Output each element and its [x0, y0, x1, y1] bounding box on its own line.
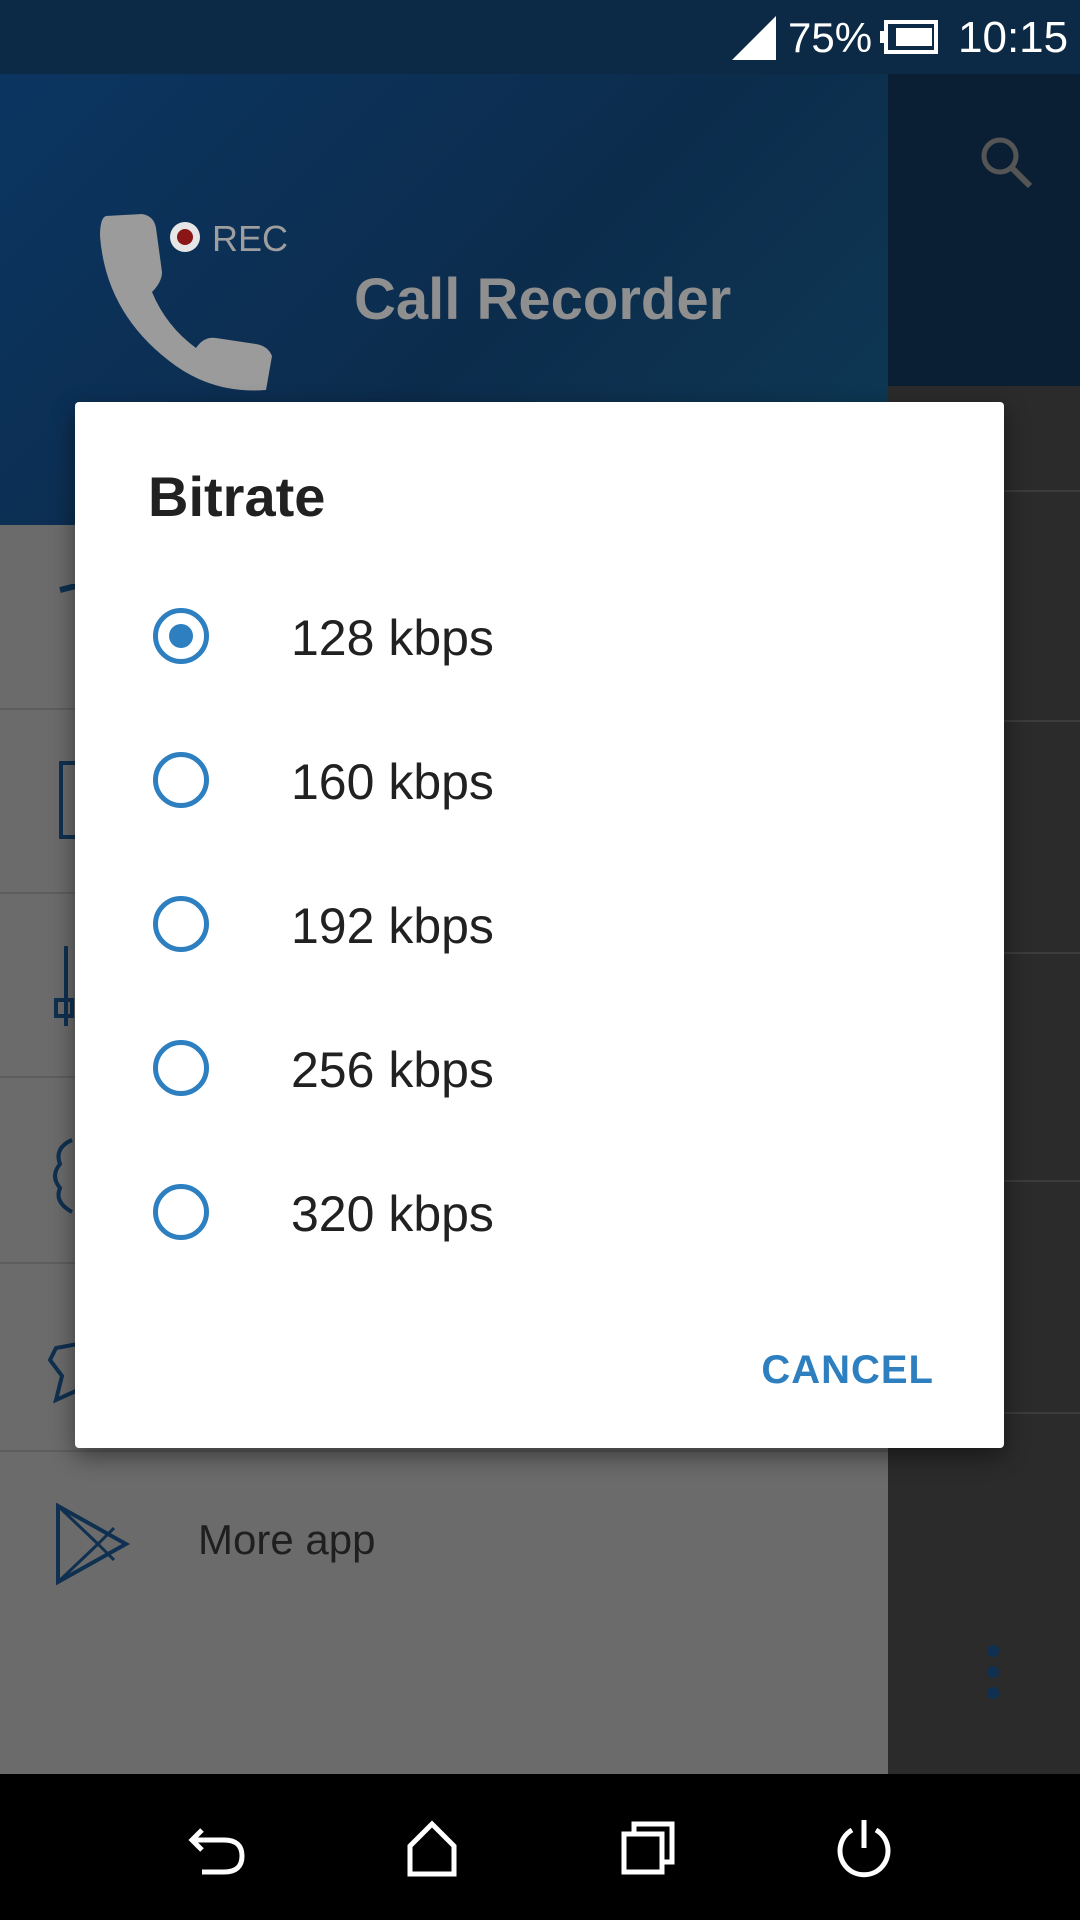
divider [0, 1450, 888, 1452]
clock: 10:15 [958, 13, 1069, 62]
dialog-title: Bitrate [148, 465, 326, 528]
radio-selected-icon[interactable] [153, 608, 209, 664]
rec-label: REC [212, 218, 289, 259]
more-vert-icon[interactable] [986, 1644, 1000, 1700]
cancel-button[interactable]: CANCEL [761, 1338, 934, 1403]
battery-icon [880, 20, 938, 54]
play-store-icon[interactable] [54, 1502, 130, 1586]
rec-indicator-icon [170, 222, 200, 252]
home-icon[interactable] [400, 1816, 464, 1880]
drawer-item-more-app[interactable]: More app [198, 1516, 375, 1564]
option-192-kbps[interactable]: 192 kbps [75, 854, 1004, 998]
option-label: 256 kbps [291, 1042, 494, 1098]
system-nav-bar [0, 1774, 1080, 1920]
option-160-kbps[interactable]: 160 kbps [75, 710, 1004, 854]
power-icon[interactable] [832, 1816, 896, 1880]
radio-unselected-icon[interactable] [153, 896, 209, 952]
radio-unselected-icon[interactable] [153, 1184, 209, 1240]
option-320-kbps[interactable]: 320 kbps [75, 1142, 1004, 1286]
radio-unselected-icon[interactable] [153, 1040, 209, 1096]
search-icon[interactable] [978, 134, 1034, 190]
option-256-kbps[interactable]: 256 kbps [75, 998, 1004, 1142]
back-icon[interactable] [186, 1816, 250, 1880]
option-label: 192 kbps [291, 898, 494, 954]
battery-percent: 75% [788, 14, 873, 61]
option-label: 320 kbps [291, 1186, 494, 1242]
star-icon[interactable] [48, 1340, 78, 1404]
status-bar: 75% 10:15 [0, 0, 1080, 74]
option-label: 128 kbps [291, 610, 494, 666]
app-title: Call Recorder [354, 267, 732, 332]
option-128-kbps[interactable]: 128 kbps [75, 566, 1004, 710]
option-label: 160 kbps [291, 754, 494, 810]
bitrate-dialog: Bitrate 128 kbps 160 kbps 192 kbps 256 k… [75, 402, 1004, 1448]
recent-apps-icon[interactable] [616, 1816, 680, 1880]
signal-icon [732, 16, 776, 60]
toolbar [888, 74, 1080, 386]
radio-unselected-icon[interactable] [153, 752, 209, 808]
